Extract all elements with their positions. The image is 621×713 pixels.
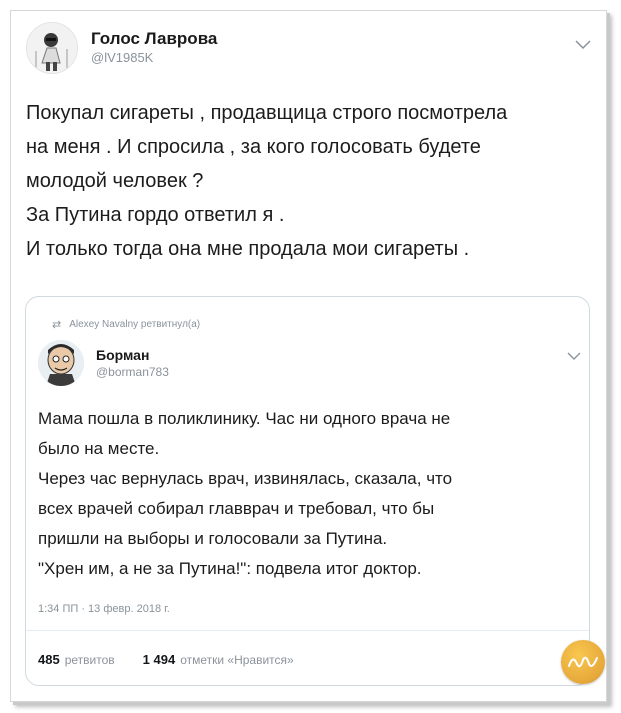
likes-label: отметки «Нравится» — [180, 653, 294, 667]
avatar[interactable] — [38, 340, 84, 386]
tweet-timestamp[interactable]: 1:34 ПП · 13 февр. 2018 г. — [38, 603, 170, 615]
likes-count: 1 494 — [142, 652, 176, 667]
tweet-text-line: Покупал сигареты , продавщица строго пос… — [26, 102, 508, 124]
avatar-cartoon-icon — [38, 340, 84, 386]
tweet-stats: 485 ретвитов 1 494 отметки «Нравится» — [38, 652, 322, 667]
tweet-text-line: За Путина гордо ответил я . — [26, 204, 285, 226]
tweet-text-line: было на месте. — [38, 439, 160, 458]
quoted-tweet-header: Борман @borman783 — [38, 340, 169, 386]
tweet-text: Покупал сигареты , продавщица строго пос… — [26, 96, 592, 266]
chevron-down-icon[interactable] — [575, 40, 591, 50]
watermark-logo-icon — [561, 640, 605, 684]
display-name[interactable]: Борман — [96, 346, 169, 364]
retweet-notice-text[interactable]: Alexey Navalny ретвитнул(а) — [69, 319, 200, 330]
tweet-text-line: всех врачей собирал главврач и требовал,… — [38, 499, 435, 518]
chevron-down-icon[interactable] — [567, 352, 583, 362]
tweet-text-line: молодой человек ? — [26, 170, 204, 192]
retweets-stat[interactable]: 485 ретвитов — [38, 652, 115, 667]
avatar[interactable] — [26, 22, 78, 74]
retweets-label: ретвитов — [64, 653, 115, 667]
retweets-count: 485 — [38, 652, 60, 667]
retweet-icon: ⇄ — [52, 319, 62, 331]
avatar-photo-icon — [27, 23, 77, 73]
quoted-tweet-text: Мама пошла в поликлинику. Час ни одного … — [38, 404, 578, 584]
retweet-notice: ⇄ Alexey Navalny ретвитнул(а) — [52, 318, 200, 331]
tweet-text-line: "Хрен им, а не за Путина!": подвела итог… — [38, 559, 422, 578]
tweet-text-line: пришли на выборы и голосовали за Путина. — [38, 529, 388, 548]
tweet-text-line: Мама пошла в поликлинику. Час ни одного … — [38, 409, 451, 428]
divider — [26, 630, 589, 631]
tweet-text-line: Через час вернулась врач, извинялась, ск… — [38, 469, 453, 488]
tweet-text-line: И только тогда она мне продала мои сигар… — [26, 238, 470, 260]
user-handle[interactable]: @borman783 — [96, 364, 169, 380]
outer-tweet-header: Голос Лаврова @lV1985K — [26, 22, 217, 74]
display-name[interactable]: Голос Лаврова — [91, 29, 217, 49]
user-handle[interactable]: @lV1985K — [91, 49, 217, 67]
likes-stat[interactable]: 1 494 отметки «Нравится» — [143, 652, 294, 667]
tweet-text-line: на меня . И спросила , за кого голосоват… — [26, 136, 481, 158]
